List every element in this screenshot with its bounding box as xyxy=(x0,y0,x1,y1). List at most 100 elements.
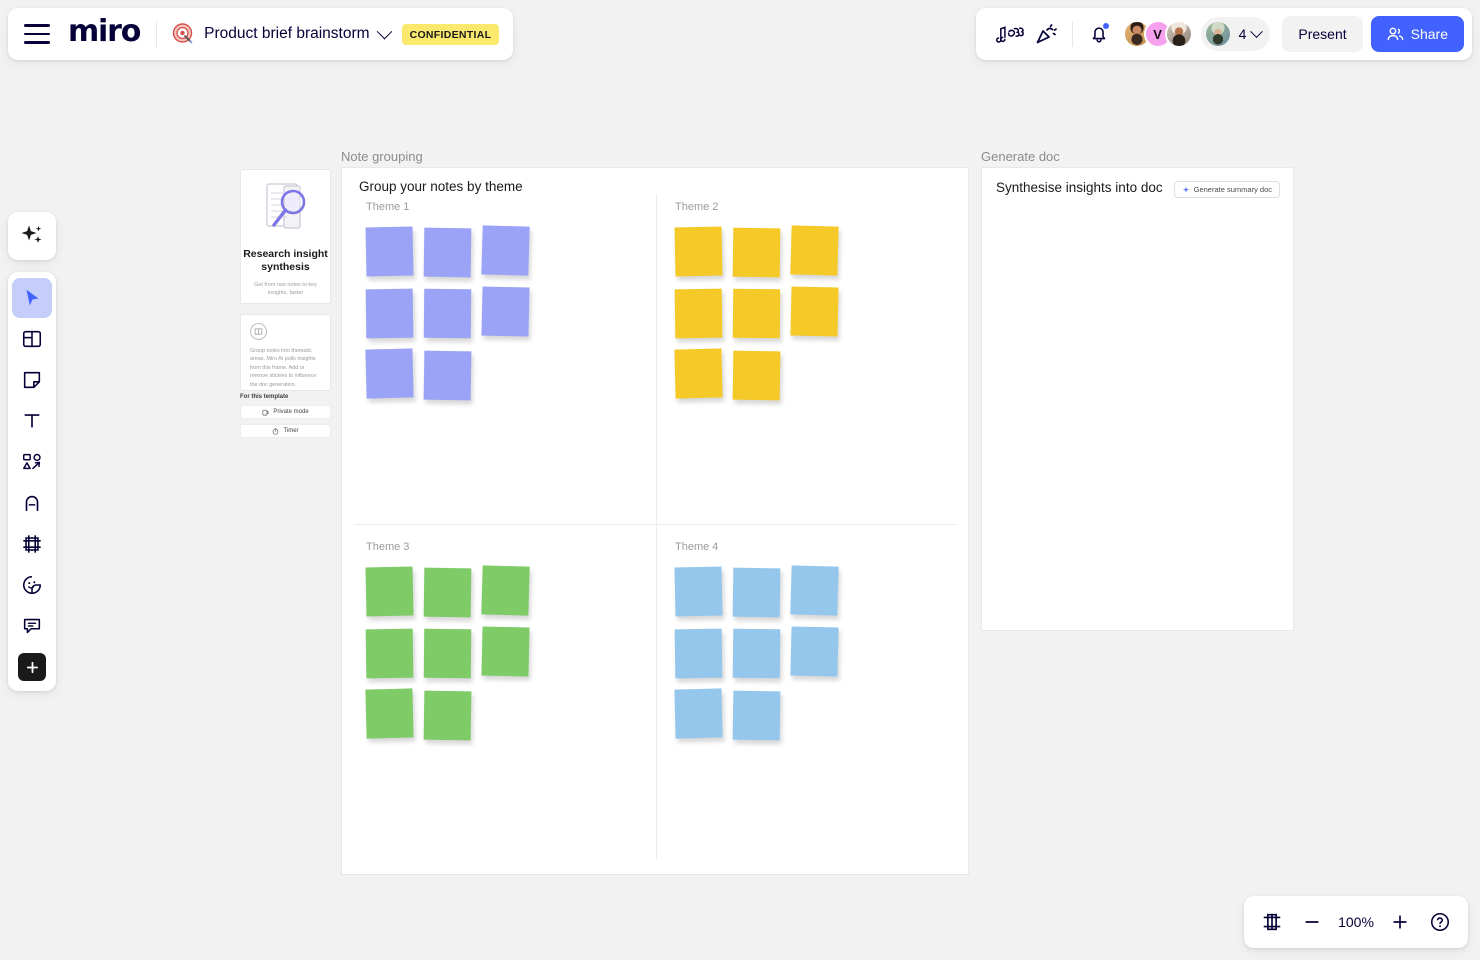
board-title[interactable]: Product brief brainstorm xyxy=(204,25,369,43)
timer-button[interactable]: Timer xyxy=(240,424,331,438)
note-grouping-title: Group your notes by theme xyxy=(359,179,523,194)
sticky-note[interactable] xyxy=(481,626,530,677)
sticky-note[interactable] xyxy=(365,566,414,617)
theme-group-2[interactable]: Theme 2 xyxy=(674,201,855,407)
text-t-icon xyxy=(24,414,40,428)
hamburger-menu-icon[interactable] xyxy=(24,24,50,44)
sticky-note[interactable] xyxy=(732,567,781,618)
sticky-note[interactable] xyxy=(365,226,414,277)
sticky-note[interactable] xyxy=(423,227,472,278)
generate-doc-frame[interactable]: Synthesise insights into doc Generate su… xyxy=(981,167,1294,631)
sticky-note-grid-4[interactable] xyxy=(674,565,855,747)
note-grouping-frame[interactable]: Group your notes by theme Theme 1 Theme … xyxy=(341,167,969,875)
sticky-note[interactable] xyxy=(732,350,781,401)
sidebar-item-pen[interactable] xyxy=(12,483,52,523)
document-magnifier-icon xyxy=(241,180,330,242)
music-notes-icon[interactable] xyxy=(992,16,1028,52)
sticky-note[interactable] xyxy=(732,227,781,278)
users-count-pill[interactable]: 4 xyxy=(1200,17,1271,51)
fit-to-screen-icon[interactable] xyxy=(1254,904,1290,940)
theme-group-3[interactable]: Theme 3 xyxy=(365,541,546,747)
frame-circle-icon xyxy=(250,323,267,340)
top-left-toolbar: miro Product brief brainstorm CONFIDENTI… xyxy=(8,8,514,60)
share-button[interactable]: Share xyxy=(1370,16,1464,52)
plus-icon xyxy=(1393,915,1407,929)
sticky-note[interactable] xyxy=(674,348,723,399)
chevron-down-icon[interactable] xyxy=(1250,24,1264,38)
zoom-in-button[interactable] xyxy=(1382,904,1418,940)
row-divider xyxy=(354,524,956,525)
theme-group-1[interactable]: Theme 1 xyxy=(365,201,546,407)
template-info-card[interactable]: Group notes into thematic areas. Miro AI… xyxy=(240,314,331,391)
sticky-note[interactable] xyxy=(423,628,472,679)
sticky-note-icon xyxy=(23,371,41,389)
sticky-note-grid-3[interactable] xyxy=(365,565,546,747)
generate-summary-doc-button[interactable]: Generate summary doc xyxy=(1173,181,1280,198)
sidebar-item-select[interactable] xyxy=(12,278,52,318)
sidebar-item-shapes[interactable] xyxy=(12,442,52,482)
avatar xyxy=(1203,20,1232,48)
chevron-down-icon[interactable] xyxy=(376,23,392,39)
sticky-note[interactable] xyxy=(732,628,781,679)
sidebar-item-text[interactable] xyxy=(12,401,52,441)
sticky-note[interactable] xyxy=(674,226,723,277)
sticky-note-grid-2[interactable] xyxy=(674,225,855,407)
board-canvas[interactable]: Research insight synthesis Get from raw … xyxy=(0,0,1480,960)
sidebar-item-sticker[interactable] xyxy=(12,565,52,605)
template-hero-card[interactable]: Research insight synthesis Get from raw … xyxy=(240,169,331,304)
sticky-note[interactable] xyxy=(365,688,414,739)
sticky-note[interactable] xyxy=(423,690,472,741)
private-mode-button[interactable]: Private mode xyxy=(240,405,331,419)
sticky-note[interactable] xyxy=(790,225,839,276)
frame-label-note-grouping[interactable]: Note grouping xyxy=(341,149,423,164)
generate-doc-title: Synthesise insights into doc xyxy=(996,180,1163,195)
pen-nib-icon xyxy=(25,495,39,512)
sticky-note[interactable] xyxy=(732,288,781,339)
help-button[interactable] xyxy=(1422,904,1458,940)
sticky-note[interactable] xyxy=(481,225,530,276)
sticky-note[interactable] xyxy=(790,286,839,337)
sidebar-item-comment[interactable] xyxy=(12,606,52,646)
users-count: 4 xyxy=(1238,26,1247,42)
sticky-note[interactable] xyxy=(423,567,472,618)
sidebar-item-templates[interactable] xyxy=(12,319,52,359)
zoom-out-button[interactable] xyxy=(1294,904,1330,940)
sticky-note[interactable] xyxy=(365,288,414,339)
sticky-note[interactable] xyxy=(423,350,472,401)
avatar[interactable] xyxy=(1164,20,1193,48)
theme-group-4[interactable]: Theme 4 xyxy=(674,541,855,747)
sidebar-item-frame[interactable] xyxy=(12,524,52,564)
sticky-note[interactable] xyxy=(365,348,414,399)
divider xyxy=(1071,21,1073,47)
notification-bell-icon[interactable] xyxy=(1081,16,1117,52)
sticky-note-grid-1[interactable] xyxy=(365,225,546,407)
miro-logo[interactable]: miro xyxy=(68,17,141,51)
sticky-note[interactable] xyxy=(674,566,723,617)
theme-label-4: Theme 4 xyxy=(675,541,719,553)
sticky-note[interactable] xyxy=(732,690,781,741)
sticky-note[interactable] xyxy=(790,565,839,616)
sparkle-ai-icon[interactable] xyxy=(8,212,56,260)
private-mode-label: Private mode xyxy=(273,409,309,415)
sticky-note[interactable] xyxy=(481,286,530,337)
sticky-note[interactable] xyxy=(674,688,723,739)
status-badge[interactable]: CONFIDENTIAL xyxy=(401,23,500,45)
sticky-note[interactable] xyxy=(481,565,530,616)
party-popper-icon[interactable] xyxy=(1028,16,1064,52)
question-mark-circle-icon xyxy=(1430,912,1450,932)
frame-label-generate-doc[interactable]: Generate doc xyxy=(981,149,1060,164)
sticky-note[interactable] xyxy=(674,288,723,339)
sticky-note[interactable] xyxy=(674,628,723,679)
sidebar-item-sticky-note[interactable] xyxy=(12,360,52,400)
column-divider xyxy=(656,194,657,860)
present-button[interactable]: Present xyxy=(1282,16,1363,52)
target-board-icon xyxy=(171,22,195,46)
zoom-level[interactable]: 100% xyxy=(1334,914,1378,930)
sticky-note[interactable] xyxy=(423,288,472,339)
sticky-note[interactable] xyxy=(790,626,839,677)
sidebar-item-more-apps[interactable] xyxy=(18,653,46,681)
collaborator-avatars[interactable]: V xyxy=(1122,20,1193,48)
comment-bubble-icon xyxy=(23,618,41,634)
minus-icon xyxy=(1305,921,1319,923)
sticky-note[interactable] xyxy=(365,628,414,679)
